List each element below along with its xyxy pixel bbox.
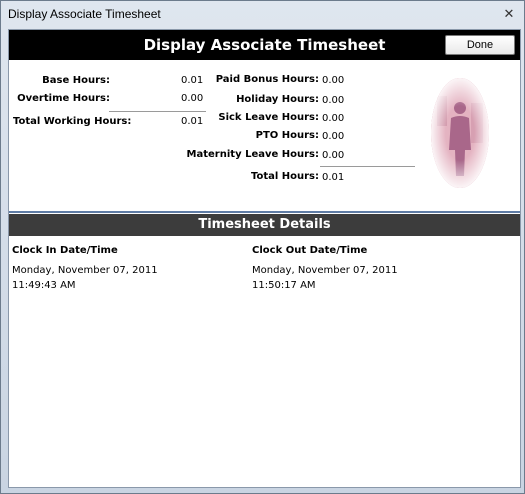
right-total-rule — [320, 166, 415, 167]
left-total-rule — [109, 111, 206, 112]
done-button[interactable]: Done — [445, 35, 515, 55]
avatar-vignette — [431, 78, 489, 188]
pto-hours-label: PTO Hours: — [255, 130, 319, 141]
close-icon[interactable]: ✕ — [501, 7, 517, 23]
app-window: Display Associate Timesheet ✕ Display As… — [0, 0, 525, 494]
total-working-hours-value: 0.01 — [181, 116, 204, 127]
sick-leave-hours-value: 0.00 — [322, 113, 345, 124]
associate-avatar-image — [431, 78, 489, 188]
timesheet-details-title: Timesheet Details — [198, 217, 331, 232]
maternity-leave-hours-value: 0.00 — [322, 150, 345, 161]
page-title: Display Associate Timesheet — [143, 36, 386, 54]
clock-in-time: 11:49:43 AM — [12, 280, 76, 291]
paid-bonus-hours-label: Paid Bonus Hours: — [215, 74, 319, 85]
base-hours-value: 0.01 — [181, 75, 204, 86]
clock-out-entry: Monday, November 07, 2011 11:50:17 AM — [252, 263, 398, 293]
maternity-leave-hours-label: Maternity Leave Hours: — [186, 149, 319, 160]
total-working-hours-label: Total Working Hours: — [13, 116, 132, 127]
clock-out-date: Monday, November 07, 2011 — [252, 265, 398, 276]
sick-leave-hours-label: Sick Leave Hours: — [218, 112, 319, 123]
pto-hours-value: 0.00 — [322, 131, 345, 142]
clock-out-header: Clock Out Date/Time — [252, 245, 368, 256]
client-area: Display Associate Timesheet Done Base Ho… — [8, 29, 521, 488]
window-title: Display Associate Timesheet — [8, 7, 161, 21]
clock-out-time: 11:50:17 AM — [252, 280, 316, 291]
hours-summary: Base Hours: 0.01 Overtime Hours: 0.00 To… — [9, 60, 520, 211]
total-hours-value: 0.01 — [322, 172, 345, 183]
base-hours-label: Base Hours: — [42, 75, 110, 86]
section-divider — [9, 211, 520, 213]
clock-in-entry: Monday, November 07, 2011 11:49:43 AM — [12, 263, 158, 293]
title-bar: Display Associate Timesheet ✕ — [1, 1, 524, 29]
holiday-hours-value: 0.00 — [322, 95, 345, 106]
timesheet-details-bar: Timesheet Details — [9, 214, 520, 236]
overtime-hours-value: 0.00 — [181, 93, 204, 104]
overtime-hours-label: Overtime Hours: — [17, 93, 110, 104]
header-bar: Display Associate Timesheet Done — [9, 30, 520, 60]
paid-bonus-hours-value: 0.00 — [322, 75, 345, 86]
clock-in-date: Monday, November 07, 2011 — [12, 265, 158, 276]
clock-in-header: Clock In Date/Time — [12, 245, 118, 256]
total-hours-label: Total Hours: — [250, 171, 319, 182]
holiday-hours-label: Holiday Hours: — [236, 94, 319, 105]
